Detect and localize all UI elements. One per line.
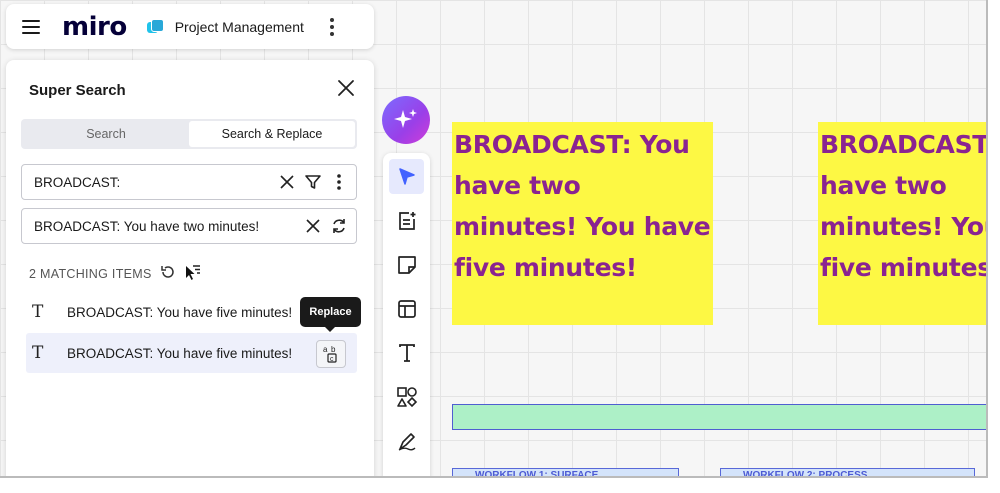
search-result-item[interactable]: T BROADCAST: You have five minutes! — [26, 333, 357, 373]
search-field — [21, 164, 357, 200]
workflow-frame-2[interactable]: WORKFLOW 2: PROCESS — [720, 468, 975, 478]
sparkle-icon — [394, 109, 417, 128]
svg-text:c: c — [330, 356, 334, 363]
close-icon[interactable] — [336, 78, 356, 98]
replace-input[interactable] — [34, 218, 302, 234]
tab-search[interactable]: Search — [23, 121, 189, 147]
matching-count: 2 MATCHING ITEMS — [29, 266, 152, 281]
clear-icon[interactable] — [276, 171, 298, 193]
replace-field — [21, 208, 357, 244]
creation-toolbar — [383, 153, 430, 476]
text-icon: T — [32, 343, 44, 363]
template-icon[interactable] — [389, 291, 424, 326]
select-all-icon[interactable] — [184, 263, 202, 284]
select-cursor-icon[interactable] — [389, 159, 424, 194]
replace-tooltip: Replace — [300, 297, 361, 332]
search-input[interactable] — [34, 174, 276, 190]
sticky-note[interactable]: BROADCAST: You have two minutes! You hav… — [452, 122, 713, 325]
ai-sparkle-button[interactable] — [382, 96, 430, 144]
super-search-panel: Super Search Search Search & Replace BRO… — [6, 60, 374, 476]
result-text: BROADCAST: You have five minutes! — [67, 345, 293, 361]
board-name[interactable]: Project Management — [175, 19, 304, 35]
clear-icon[interactable] — [302, 215, 324, 237]
board-canvas[interactable]: BROADCAST: You have two minutes! You hav… — [0, 0, 988, 478]
matching-items-row: 2 MATCHING ITEMS — [29, 263, 202, 284]
search-mode-tabs: Search Search & Replace — [21, 119, 357, 149]
text-icon[interactable] — [389, 335, 424, 370]
refresh-icon[interactable] — [160, 264, 176, 283]
miro-logo[interactable]: miro — [62, 12, 127, 42]
workflow-label: WORKFLOW 2: PROCESS — [743, 470, 868, 478]
add-doc-icon[interactable] — [389, 203, 424, 238]
text-icon: T — [32, 302, 44, 322]
hamburger-menu-icon[interactable] — [22, 19, 40, 34]
pen-icon[interactable] — [389, 423, 424, 458]
replace-button[interactable]: a b c — [316, 340, 346, 368]
panel-title: Super Search — [29, 82, 126, 99]
more-options-icon[interactable] — [328, 171, 350, 193]
replace-all-icon[interactable] — [328, 215, 350, 237]
sticky-note-text: BROADCAST: You have two minutes! You hav… — [454, 130, 711, 282]
shapes-icon[interactable] — [389, 379, 424, 414]
board-icon — [146, 18, 164, 35]
svg-text:b: b — [331, 345, 336, 354]
more-options-icon[interactable] — [329, 17, 334, 36]
result-text: BROADCAST: You have five minutes! — [67, 304, 293, 320]
green-shape[interactable] — [452, 404, 986, 430]
filter-icon[interactable] — [302, 171, 324, 193]
sticky-note-icon[interactable] — [389, 247, 424, 282]
top-bar: miro Project Management — [6, 4, 374, 49]
svg-text:a: a — [323, 345, 328, 354]
tab-search-replace[interactable]: Search & Replace — [189, 121, 355, 147]
workflow-frame-1[interactable]: WORKFLOW 1: SURFACE — [452, 468, 679, 478]
sticky-note[interactable]: BROADCAST: You have two minutes! You hav… — [818, 122, 988, 325]
sticky-note-text: BROADCAST: You have two minutes! You hav… — [820, 130, 988, 282]
workflow-label: WORKFLOW 1: SURFACE — [475, 470, 599, 478]
